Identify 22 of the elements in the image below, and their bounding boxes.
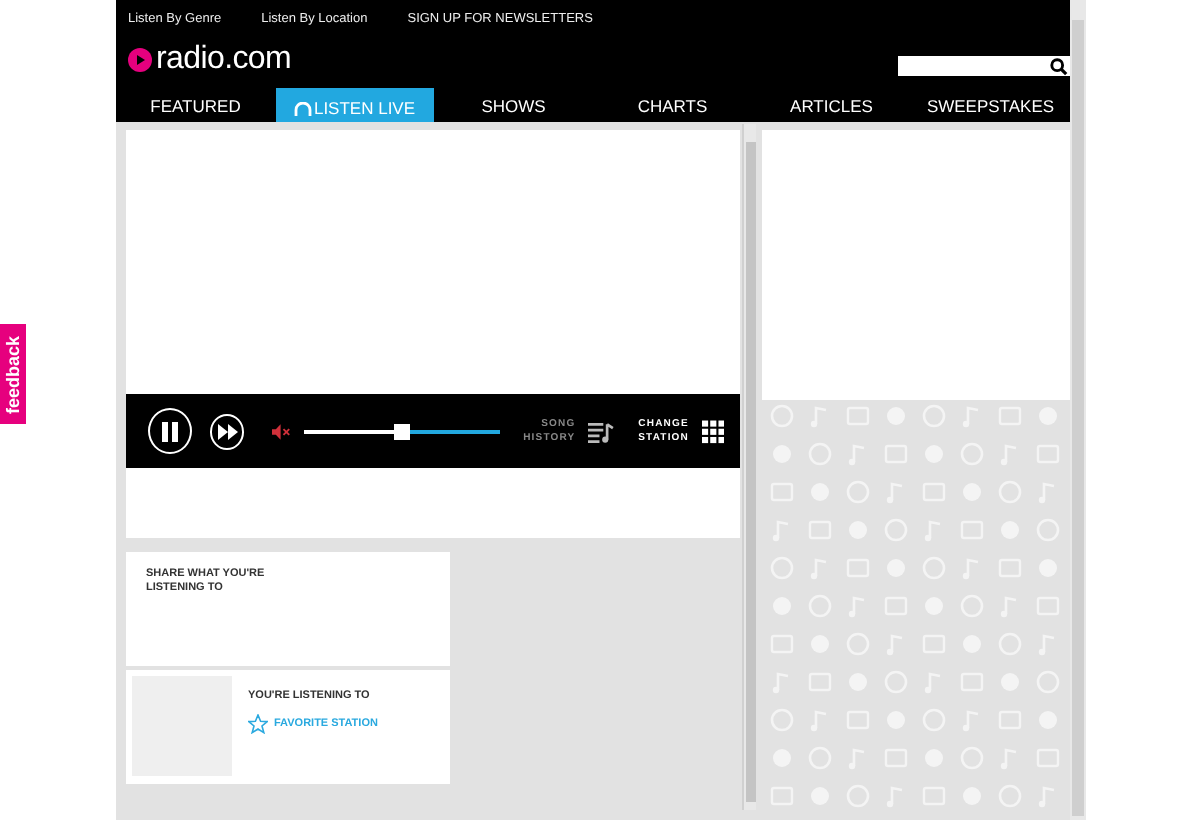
logo-text[interactable]: radio.com	[156, 42, 292, 78]
nav-tab[interactable]: SWEEPSTAKES	[911, 88, 1070, 122]
pause-button[interactable]	[148, 408, 193, 454]
scrollbar[interactable]	[742, 124, 756, 810]
nav-tab[interactable]: SHOWS	[434, 88, 593, 122]
volume-thumb[interactable]	[393, 423, 410, 439]
fast-forward-icon	[217, 423, 238, 439]
feedback-tab[interactable]: feedback	[0, 324, 26, 424]
play-icon	[128, 48, 152, 72]
nav-tab[interactable]: FEATURED	[116, 88, 275, 122]
nav-tab[interactable]: CHARTS	[593, 88, 752, 122]
skip-button[interactable]	[210, 413, 245, 449]
pause-icon	[160, 421, 181, 441]
headphones-icon	[293, 102, 312, 116]
playlist-icon[interactable]	[587, 419, 615, 443]
grid-icon[interactable]	[701, 419, 724, 443]
page-scrollbar[interactable]	[1070, 0, 1086, 820]
nav-tab[interactable]: ARTICLES	[752, 88, 911, 122]
search-field[interactable]	[898, 56, 1070, 76]
search-icon[interactable]	[1050, 57, 1068, 75]
star-icon	[248, 714, 268, 734]
muted-speaker-icon[interactable]	[272, 423, 292, 439]
